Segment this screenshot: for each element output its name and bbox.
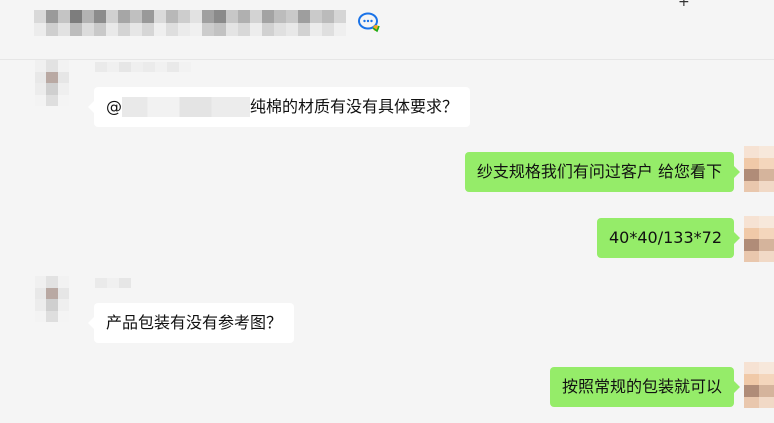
chat-bubble-icon[interactable] [357,11,381,33]
message-text: 按照常规的包装就可以 [561,377,722,396]
self-avatar[interactable] [744,146,774,192]
message-bubble-outgoing[interactable]: 按照常规的包装就可以 [549,367,741,407]
sender-name-blurred [95,278,131,288]
self-avatar[interactable] [744,362,774,408]
message-bubble-outgoing[interactable]: 纱支规格我们有问过客户 给您看下 [464,152,741,192]
message-text: 产品包装有没有参考图？ [106,313,283,332]
mention-prefix: @ [106,97,122,116]
message-text: 纯棉的材质有没有具体要求？ [250,97,459,116]
chat-header: + ··· [0,0,774,60]
avatar[interactable] [35,276,69,322]
self-avatar[interactable] [744,216,774,262]
sender-name-blurred [95,62,191,72]
avatar[interactable] [35,60,69,106]
message-text: 40*40/133*72 [608,228,722,247]
message-bubble-incoming[interactable]: @ 纯棉的材质有没有具体要求？ [87,87,471,127]
message-text: 纱支规格我们有问过客户 给您看下 [476,162,722,181]
chat-window: + ··· @ 纯棉的材质有没有具体要求？ 纱支规格我们有问过客户 给您看下 40… [0,0,774,423]
plus-icon[interactable]: + [678,0,690,10]
mention-name-blurred [122,97,250,117]
chat-title-blurred [34,10,346,36]
more-icon[interactable]: ··· [741,0,755,6]
message-bubble-outgoing[interactable]: 40*40/133*72 [596,218,741,258]
message-bubble-incoming[interactable]: 产品包装有没有参考图？ [87,303,295,343]
